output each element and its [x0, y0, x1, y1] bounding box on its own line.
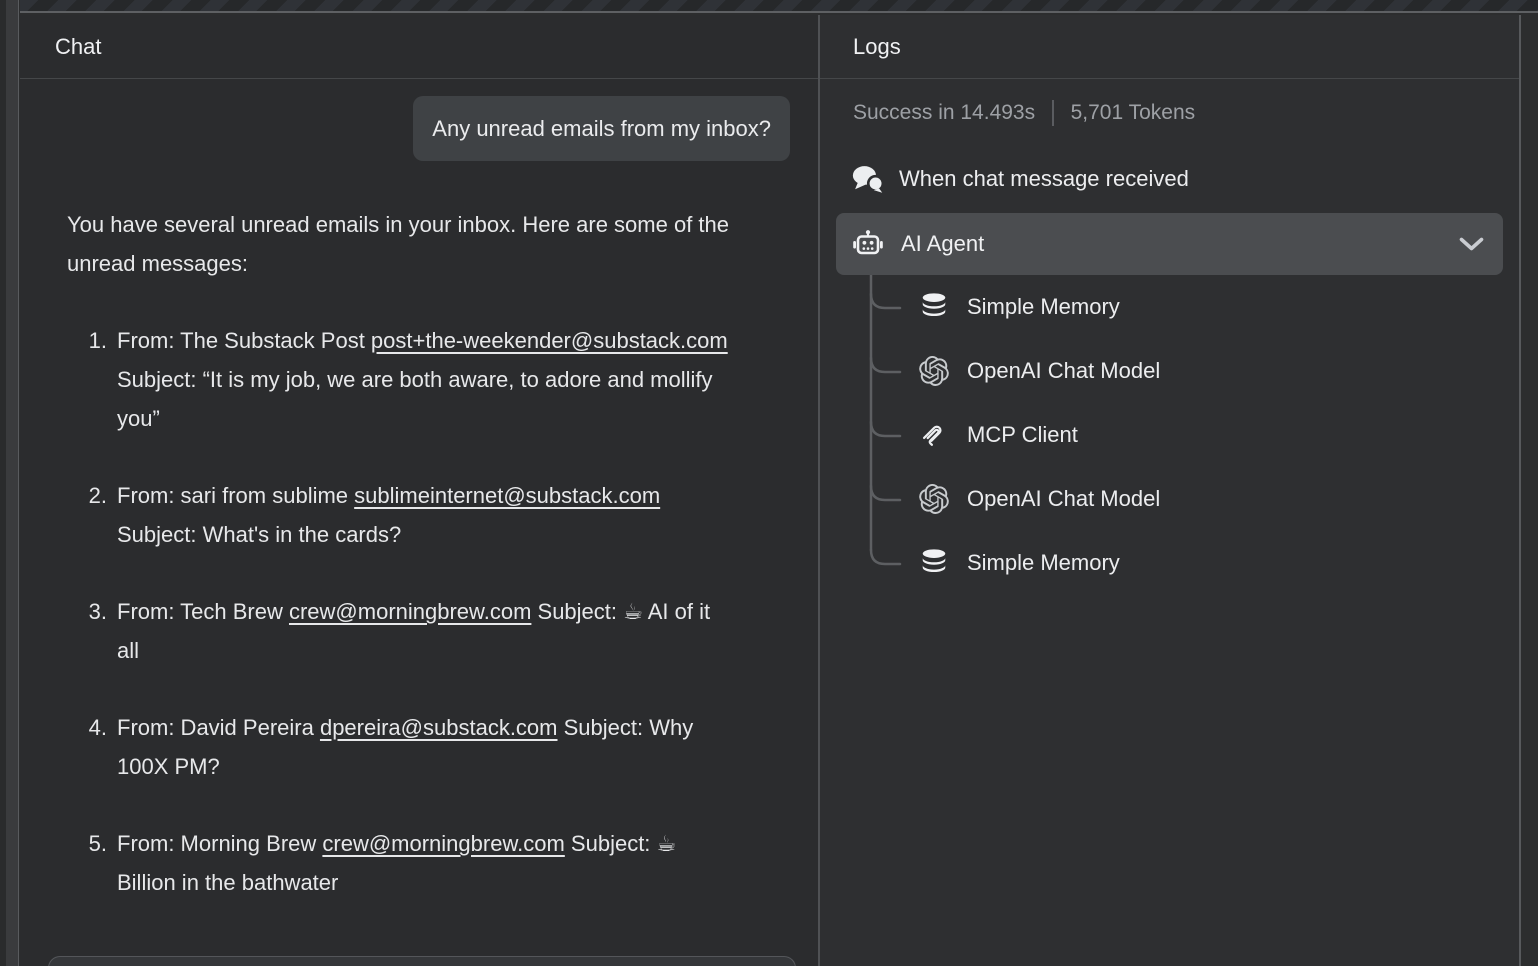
email-list: 1.From: The Substack Post post+the-weeke…	[67, 321, 730, 902]
email-list-item: 3.From: Tech Brew crew@morningbrew.com S…	[67, 592, 730, 670]
tree-item-label: Simple Memory	[967, 294, 1120, 320]
execution-status: Success in 14.493s	[853, 101, 1035, 125]
email-link[interactable]: crew@morningbrew.com	[289, 599, 531, 624]
email-link[interactable]: crew@morningbrew.com	[322, 831, 564, 856]
log-tree-item[interactable]: Simple Memory	[820, 275, 1519, 339]
chat-title: Chat	[55, 34, 101, 60]
canvas-edge-strip	[6, 0, 19, 966]
logs-body: Success in 14.493s 5,701 Tokens When cha…	[820, 79, 1519, 595]
trigger-label: When chat message received	[899, 166, 1189, 192]
tree-item-label: OpenAI Chat Model	[967, 358, 1160, 384]
chevron-down-icon[interactable]	[1458, 236, 1485, 253]
assistant-intro: You have several unread emails in your i…	[67, 205, 730, 283]
chat-bubbles-icon	[852, 164, 884, 194]
log-item-ai-agent[interactable]: AI Agent	[836, 213, 1503, 275]
chat-panel: Chat Any unread emails from my inbox? Yo…	[20, 15, 818, 966]
robot-icon	[852, 228, 884, 260]
list-number: 4.	[67, 708, 107, 747]
list-number: 5.	[67, 824, 107, 863]
list-number: 2.	[67, 476, 107, 515]
assistant-message: You have several unread emails in your i…	[67, 205, 730, 902]
user-message-bubble: Any unread emails from my inbox?	[413, 96, 790, 161]
email-list-item: 4.From: David Pereira dpereira@substack.…	[67, 708, 730, 786]
database-icon	[918, 548, 950, 578]
list-number: 3.	[67, 592, 107, 631]
logs-right-divider[interactable]	[1519, 15, 1521, 966]
email-list-item: 2.From: sari from sublime sublimeinterne…	[67, 476, 730, 554]
logs-title: Logs	[853, 34, 901, 60]
chat-input[interactable]	[48, 956, 796, 966]
email-link[interactable]: post+the-weekender@substack.com	[371, 328, 728, 353]
openai-icon	[918, 484, 950, 514]
log-tree-item[interactable]: OpenAI Chat Model	[820, 339, 1519, 403]
tree-item-label: OpenAI Chat Model	[967, 486, 1160, 512]
token-count: 5,701 Tokens	[1071, 101, 1196, 125]
chat-header: Chat	[20, 15, 818, 79]
logs-panel: Logs Success in 14.493s 5,701 Tokens Whe…	[820, 15, 1519, 966]
logs-header: Logs	[820, 15, 1519, 79]
meta-separator	[1052, 100, 1054, 126]
log-tree-item[interactable]: OpenAI Chat Model	[820, 467, 1519, 531]
tree-item-label: MCP Client	[967, 422, 1078, 448]
email-link[interactable]: sublimeinternet@substack.com	[354, 483, 660, 508]
agent-label: AI Agent	[901, 231, 984, 257]
chat-body: Any unread emails from my inbox? You hav…	[20, 79, 818, 902]
email-list-item: 1.From: The Substack Post post+the-weeke…	[67, 321, 730, 438]
database-icon	[918, 292, 950, 322]
mcp-icon	[918, 421, 950, 449]
openai-icon	[918, 356, 950, 386]
list-number: 1.	[67, 321, 107, 360]
log-tree-item[interactable]: Simple Memory	[820, 531, 1519, 595]
log-tree-item[interactable]: MCP Client	[820, 403, 1519, 467]
execution-meta: Success in 14.493s 5,701 Tokens	[853, 100, 1519, 126]
email-link[interactable]: dpereira@substack.com	[320, 715, 558, 740]
email-list-item: 5.From: Morning Brew crew@morningbrew.co…	[67, 824, 730, 902]
log-item-chat-trigger[interactable]: When chat message received	[852, 159, 1519, 199]
tree-item-label: Simple Memory	[967, 550, 1120, 576]
panel-top-hatch	[20, 0, 1538, 13]
agent-subnode-tree: Simple Memory OpenAI Chat Model MCP Client…	[820, 275, 1519, 595]
